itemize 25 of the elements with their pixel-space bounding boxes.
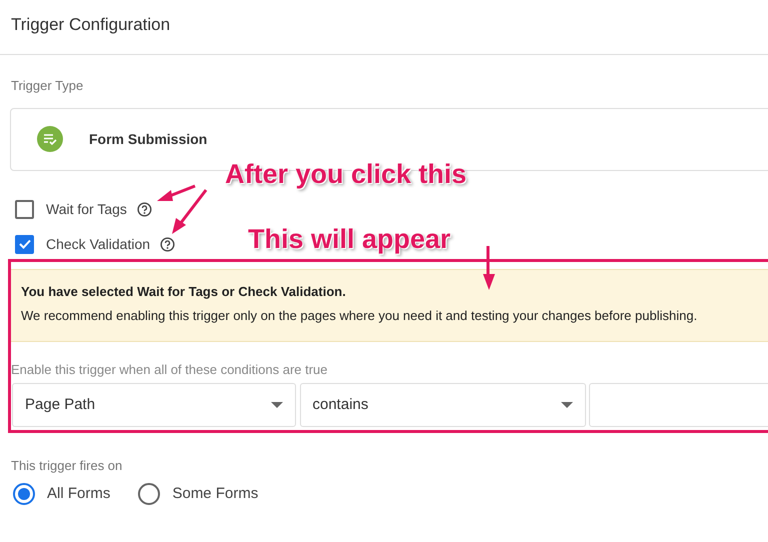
caret-icon: [271, 402, 283, 408]
trigger-type-name: Form Submission: [89, 130, 208, 148]
annotation-text: This will appear: [248, 226, 451, 253]
radio-label: All Forms: [47, 484, 110, 504]
radio-button[interactable]: [13, 483, 35, 506]
form-check-icon: [37, 126, 63, 152]
alert-title: You have selected Wait for Tags or Check Validation.: [21, 282, 347, 301]
checkbox-label: Check Validation: [46, 234, 150, 254]
help-icon[interactable]: [160, 236, 176, 252]
checkbox[interactable]: [15, 234, 34, 254]
alert-message: We recommend enabling this trigger only on the pages where you need it and testing your changes before publishing.: [21, 307, 698, 325]
checkbox-label: Wait for Tags: [46, 200, 127, 219]
dropdown[interactable]: contains: [300, 383, 586, 427]
checkmark-icon: [18, 237, 32, 251]
caret-icon: [560, 402, 572, 408]
checkbox[interactable]: [15, 200, 34, 218]
radio-label: Some Forms: [172, 484, 258, 504]
dropdown[interactable]: Page Path: [12, 383, 296, 427]
help-icon[interactable]: [136, 202, 152, 216]
radio-button[interactable]: [138, 483, 160, 506]
panel-title: Trigger Configuration: [11, 15, 170, 34]
section-label: Trigger Type: [11, 78, 84, 93]
input-field[interactable]: [589, 383, 768, 427]
conditions-label: Enable this trigger when all of these conditions are true: [11, 362, 328, 376]
section-label: This trigger fires on: [11, 458, 122, 472]
